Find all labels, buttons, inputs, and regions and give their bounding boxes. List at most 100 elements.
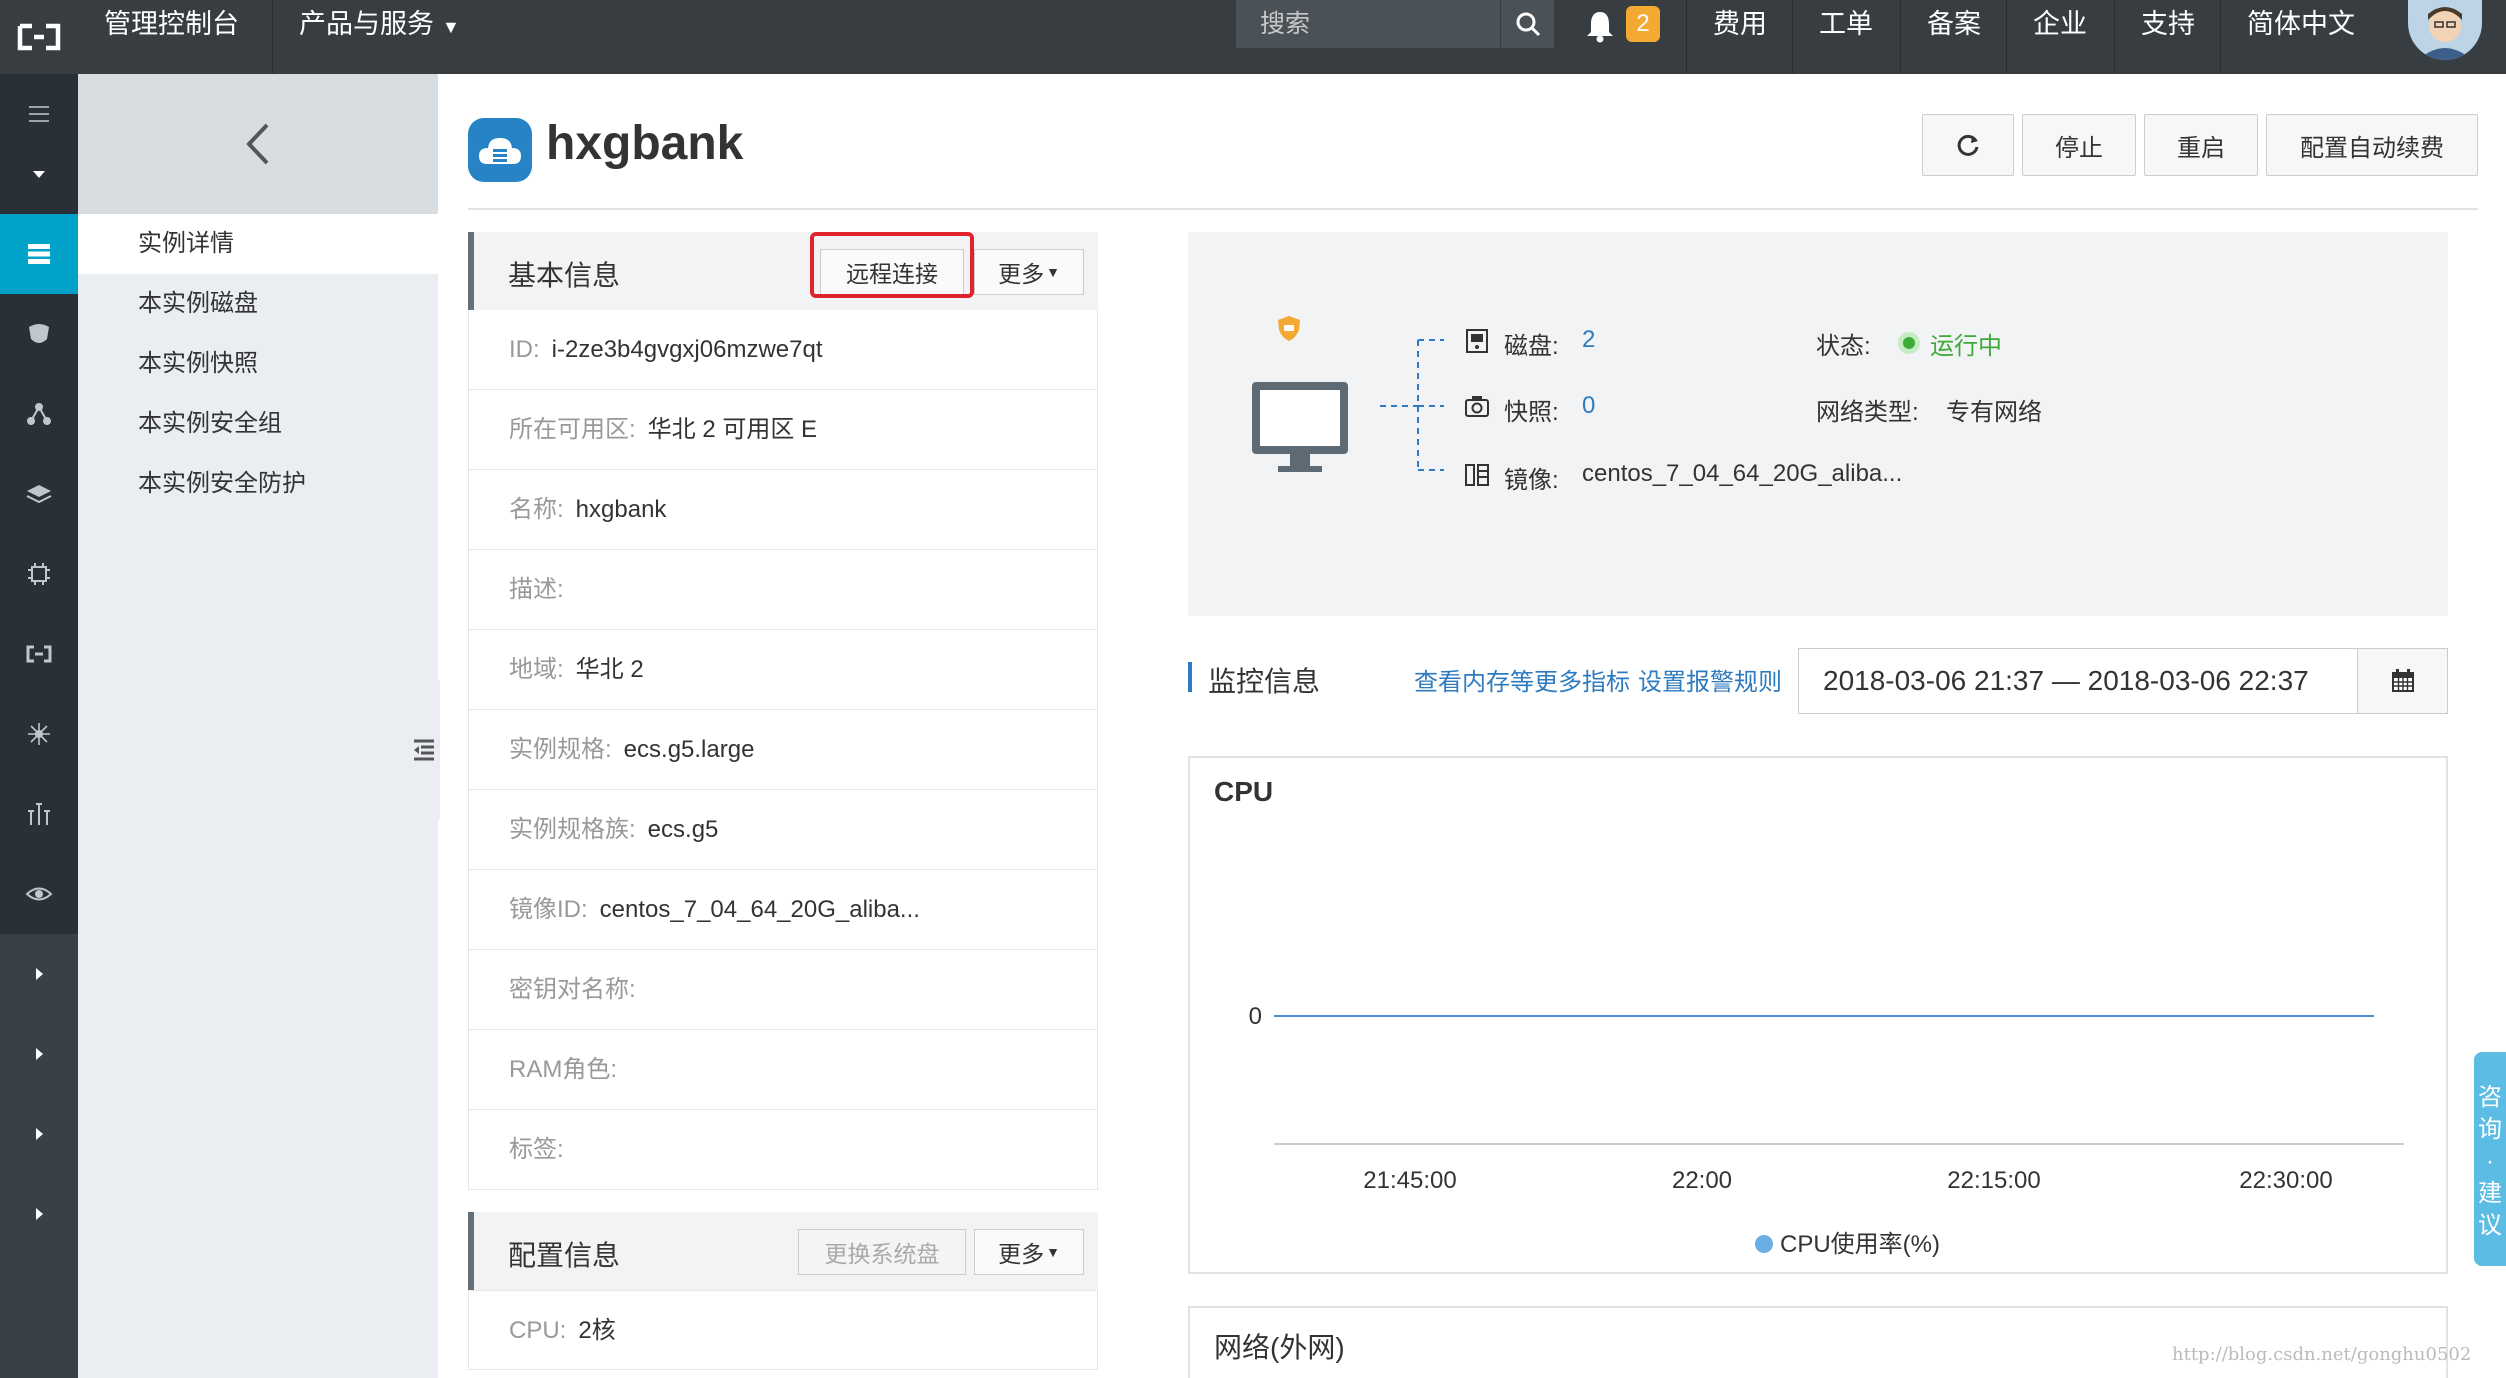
rail-monitor-button[interactable]: [0, 854, 78, 934]
x-tick-label: 22:30:00: [2239, 1167, 2332, 1194]
menu-billing[interactable]: 费用: [1686, 0, 1792, 74]
outdent-icon: [414, 739, 434, 761]
remote-connect-highlight: [810, 232, 974, 298]
caret-down-icon: ▼: [442, 17, 460, 37]
rail-expand-2[interactable]: [0, 1014, 78, 1094]
rail-storage-button[interactable]: [0, 454, 78, 534]
network-nodes-icon: [27, 403, 51, 425]
top-navigation-bar: 管理控制台 产品与服务 ▼ 2 费用 工单 备案 企业 支持 简体中文: [0, 0, 2506, 74]
refresh-button[interactable]: [1922, 114, 2014, 176]
basic-more-button[interactable]: 更多 ▼: [974, 249, 1084, 295]
menu-language[interactable]: 简体中文: [2220, 0, 2384, 74]
monitor-title: 监控信息: [1208, 666, 1321, 697]
rail-expand-4[interactable]: [0, 1174, 78, 1254]
rail-tools-button[interactable]: [0, 774, 78, 854]
rail-expand-1[interactable]: [0, 934, 78, 1014]
page-title: hxgbank: [546, 117, 744, 170]
basic-info-title: 基本信息: [508, 260, 621, 291]
instance-overview: 磁盘: 2 快照: 0 镜像: centos_7_04_64_20G_aliba…: [1188, 232, 2448, 616]
basic-info-header: 基本信息 远程连接 更多 ▼: [468, 232, 1098, 310]
snapshot-label: 快照:: [1504, 399, 1559, 426]
caret-right-icon: [36, 968, 43, 980]
calendar-button[interactable]: [2358, 648, 2448, 714]
auto-renew-button[interactable]: 配置自动续费: [2266, 114, 2478, 176]
shield-badge-icon: [1278, 316, 1300, 341]
info-key: 密钥对名称:: [509, 976, 636, 1003]
hamburger-icon: [29, 106, 49, 122]
menu-enterprise[interactable]: 企业: [2006, 0, 2114, 74]
image-icon: [1465, 464, 1489, 486]
products-menu[interactable]: 产品与服务 ▼: [272, 0, 504, 74]
config-more-button[interactable]: 更多 ▼: [974, 1229, 1084, 1275]
info-key: 地域:: [509, 656, 564, 683]
caret-right-icon: [36, 1128, 43, 1140]
aliyun-logo-icon[interactable]: [0, 0, 78, 74]
basic-more-label: 更多: [998, 261, 1045, 287]
stop-button[interactable]: 停止: [2022, 114, 2136, 176]
rail-database-button[interactable]: [0, 294, 78, 374]
subnav-instance-details[interactable]: 实例详情: [78, 214, 438, 274]
server-icon: [28, 244, 50, 264]
info-key: CPU:: [509, 1317, 567, 1344]
rail-cluster-button[interactable]: [0, 694, 78, 774]
info-value: 华北 2 可用区 E: [647, 416, 818, 443]
rail-expand-button[interactable]: [0, 134, 78, 214]
x-tick-label: 22:00: [1672, 1167, 1732, 1194]
info-value: i-2ze3b4gvgxj06mzwe7qt: [551, 336, 823, 363]
console-link[interactable]: 管理控制台: [78, 0, 272, 74]
caret-down-icon: ▼: [1046, 1244, 1060, 1260]
back-button[interactable]: [78, 74, 438, 214]
rail-expand-3[interactable]: [0, 1094, 78, 1174]
topology-connector-lines: [1380, 339, 1444, 471]
bracket-logo-icon: [26, 645, 52, 663]
info-row-instance-family: 实例规格族: ecs.g5: [468, 790, 1098, 870]
rail-network-button[interactable]: [0, 374, 78, 454]
info-value: 华北 2: [575, 656, 644, 683]
rail-chip-button[interactable]: [0, 534, 78, 614]
disk-count-link[interactable]: 2: [1582, 326, 1595, 354]
alarm-rules-link[interactable]: 设置报警规则: [1638, 662, 1782, 697]
cluster-icon: [28, 723, 50, 745]
info-value: 2核: [578, 1317, 616, 1344]
notification-button[interactable]: 2: [1584, 6, 1660, 43]
caret-down-icon: ▼: [1046, 264, 1060, 280]
info-key: 实例规格族:: [509, 816, 636, 843]
chevron-left-icon: [246, 123, 269, 165]
cpu-line-chart: 0 21:45:00 22:00 22:15:00 22:30:00 CPU使用率(%): [1249, 1003, 2404, 1258]
snapshot-count-link[interactable]: 0: [1582, 392, 1595, 420]
config-info-title: 配置信息: [508, 1240, 621, 1271]
refresh-icon: [1957, 134, 1979, 156]
search-input[interactable]: [1236, 0, 1498, 48]
notification-count-badge: 2: [1626, 6, 1660, 42]
x-tick-label: 21:45:00: [1363, 1167, 1456, 1194]
watermark-text: http://blog.csdn.net/gonghu0502: [2172, 1344, 2472, 1365]
subnav-snapshots[interactable]: 本实例快照: [78, 334, 438, 394]
more-metrics-link[interactable]: 查看内存等更多指标: [1414, 662, 1630, 697]
date-range-input[interactable]: 2018-03-06 21:37 — 2018-03-06 22:37: [1798, 648, 2358, 714]
rail-cloud-button[interactable]: [0, 614, 78, 694]
menu-icp-filing[interactable]: 备案: [1900, 0, 2006, 74]
computer-monitor-icon: [1252, 382, 1348, 472]
change-system-disk-button[interactable]: 更换系统盘: [798, 1229, 966, 1275]
network-type-value: 专有网络: [1946, 399, 2042, 426]
products-menu-label: 产品与服务: [299, 9, 434, 39]
disk-label: 磁盘:: [1504, 333, 1559, 360]
caret-right-icon: [36, 1208, 43, 1220]
subnav-disks[interactable]: 本实例磁盘: [78, 274, 438, 334]
info-row-cpu: CPU: 2核: [468, 1290, 1098, 1370]
restart-button[interactable]: 重启: [2144, 114, 2258, 176]
menu-support[interactable]: 支持: [2114, 0, 2220, 74]
menu-tickets[interactable]: 工单: [1792, 0, 1900, 74]
info-value: hxgbank: [575, 496, 667, 523]
collapse-nav-button[interactable]: [408, 680, 440, 820]
rail-ecs-button[interactable]: [0, 214, 78, 294]
image-value: centos_7_04_64_20G_aliba...: [1582, 460, 1903, 487]
consult-suggest-tab[interactable]: 咨询 · 建议: [2474, 1052, 2506, 1266]
search-button[interactable]: [1500, 0, 1554, 48]
ecs-instance-icon: [468, 118, 532, 182]
subnav-security-protection[interactable]: 本实例安全防护: [78, 454, 438, 514]
info-key: RAM角色:: [509, 1056, 617, 1083]
user-avatar[interactable]: [2408, 0, 2482, 60]
info-row-id: ID: i-2ze3b4gvgxj06mzwe7qt: [468, 310, 1098, 390]
subnav-security-groups[interactable]: 本实例安全组: [78, 394, 438, 454]
